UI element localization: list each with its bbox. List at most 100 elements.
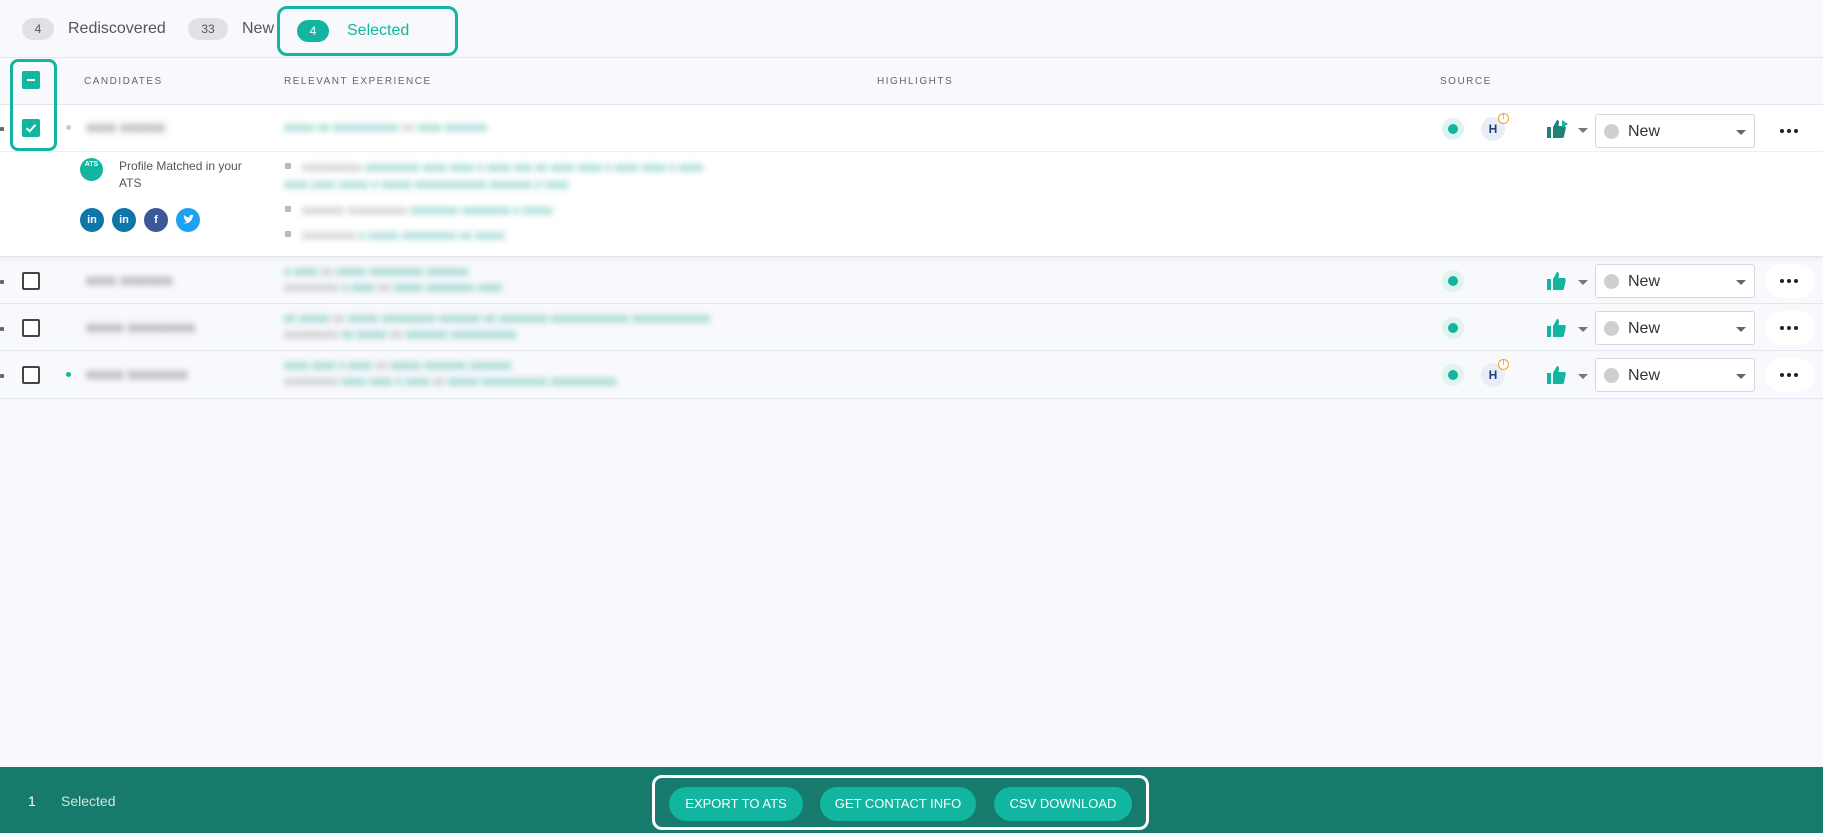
select-all-checkbox[interactable] — [22, 71, 40, 89]
selection-action-bar: 1 Selected EXPORT TO ATS GET CONTACT INF… — [0, 767, 1823, 833]
chevron-down-icon — [1578, 128, 1588, 133]
experience-summary: xxxx xxxx x xxxx xx xxxxx xxxxxxx xxxxxx… — [284, 358, 512, 372]
thumbs-up-icon — [1547, 272, 1566, 290]
more-options-button[interactable] — [1765, 311, 1815, 345]
bullet — [285, 231, 291, 237]
ats-source-icon[interactable] — [1442, 317, 1464, 339]
csv-download-button[interactable]: CSV DOWNLOAD — [994, 787, 1132, 821]
highlight-industries: xxxxxxx xxxxxxxxxx xxxxxxxx xxxxxxxx x x… — [302, 203, 553, 217]
candidate-name[interactable]: xxxxx xxxxxxxxx — [86, 319, 195, 336]
export-to-ats-button[interactable]: EXPORT TO ATS — [669, 787, 803, 821]
chevron-down-icon — [1578, 374, 1588, 379]
header-source: SOURCE — [1440, 76, 1492, 87]
expand-caret-icon[interactable] — [0, 327, 4, 331]
tab-count-badge: 4 — [297, 20, 329, 42]
tab-label: Selected — [347, 22, 410, 39]
linkedin-icon[interactable]: in — [112, 208, 136, 232]
warning-icon: ! — [1498, 113, 1509, 124]
indeterminate-icon — [27, 79, 35, 81]
rating-dropdown[interactable] — [1546, 316, 1590, 340]
highlight-companies: xxxxxxxxxx xxxxxxxxx xxxx xxxx x xxxx xx… — [302, 160, 703, 174]
selected-count: 1 — [28, 793, 36, 809]
experience-summary: x xxxx xx xxxxx xxxxxxxxx xxxxxxx — [284, 264, 469, 278]
table-header: CANDIDATES RELEVANT EXPERIENCE HIGHLIGHT… — [0, 59, 1823, 105]
status-dot — [66, 372, 71, 377]
get-contact-info-button[interactable]: GET CONTACT INFO — [820, 787, 976, 821]
expand-caret-icon[interactable] — [0, 127, 4, 131]
status-circle-icon — [1604, 124, 1619, 139]
status-circle-icon — [1604, 321, 1619, 336]
more-options-button[interactable] — [1765, 114, 1815, 148]
chevron-down-icon — [1736, 130, 1746, 135]
rating-dropdown[interactable] — [1546, 269, 1590, 293]
hiring-source-icon[interactable]: H! — [1481, 359, 1509, 387]
table-row[interactable]: xxxxx xxxxxxxxx xx xxxxx xx xxxxx xxxxxx… — [0, 305, 1823, 351]
bullet — [285, 163, 291, 169]
expand-caret-icon[interactable] — [0, 280, 4, 284]
tab-rediscovered[interactable]: 4 Rediscovered — [22, 0, 166, 58]
hiring-source-icon[interactable]: H! — [1481, 113, 1509, 141]
thumbs-up-icon — [1547, 120, 1568, 138]
ats-badge-icon: ATS — [80, 158, 103, 181]
facebook-icon[interactable]: f — [144, 208, 168, 232]
expand-caret-icon[interactable] — [0, 374, 4, 378]
status-value: New — [1628, 320, 1661, 337]
status-value: New — [1628, 123, 1661, 140]
bullet — [285, 206, 291, 212]
experience-detail: xxxxxxxxx xxxx xxxx x xxxx xx xxxxx xxxx… — [284, 374, 617, 388]
tab-selected[interactable]: 4 Selected — [277, 6, 458, 56]
candidate-name[interactable]: xxxx xxxxxxx — [86, 272, 173, 289]
more-options-button[interactable] — [1765, 264, 1815, 298]
status-select[interactable]: New — [1595, 114, 1755, 148]
status-circle-icon — [1604, 274, 1619, 289]
thumbs-up-icon — [1547, 366, 1566, 384]
status-value: New — [1628, 367, 1661, 384]
header-relevant-experience: RELEVANT EXPERIENCE — [284, 76, 432, 87]
row-checkbox[interactable] — [22, 119, 40, 137]
tab-label: New — [242, 20, 275, 37]
status-select[interactable]: New — [1595, 311, 1755, 345]
candidate-name[interactable]: xxxx xxxxxx — [86, 119, 165, 136]
status-dot — [66, 125, 71, 130]
table-row[interactable]: xxxxx xxxxxxxx xxxx xxxx x xxxx xx xxxxx… — [0, 352, 1823, 399]
chevron-down-icon — [1578, 280, 1588, 285]
table-row[interactable]: xxxx xxxxxxx x xxxx xx xxxxx xxxxxxxxx x… — [0, 258, 1823, 304]
status-circle-icon — [1604, 368, 1619, 383]
tab-new[interactable]: 33 New — [188, 0, 274, 58]
tab-count-badge: 33 — [188, 18, 228, 40]
selected-label: Selected — [61, 793, 116, 809]
candidate-name[interactable]: xxxxx xxxxxxxx — [86, 366, 188, 383]
chevron-down-icon — [1736, 327, 1746, 332]
ats-source-icon[interactable] — [1442, 270, 1464, 292]
checkmark-icon — [25, 124, 37, 133]
rating-dropdown[interactable] — [1546, 363, 1590, 387]
status-value: New — [1628, 273, 1661, 290]
row-checkbox[interactable] — [22, 319, 40, 337]
experience-detail: xxxxxxxxx xx xxxxx xx xxxxxxx xxxxxxxxxx… — [284, 327, 517, 341]
header-candidates: CANDIDATES — [84, 76, 163, 87]
experience-summary: xxxxx xx xxxxxxxxxxx xx xxxx xxxxxxx — [284, 120, 487, 134]
status-select[interactable]: New — [1595, 358, 1755, 392]
row-checkbox[interactable] — [22, 272, 40, 290]
highlight-seniority: xxxxxxxxx x xxxxx xxxxxxxxx xx xxxxx — [302, 228, 505, 242]
filter-tabs: 4 Rediscovered 33 New 4 Selected — [0, 0, 1823, 58]
tab-label: Rediscovered — [68, 20, 166, 37]
thumbs-up-icon — [1547, 319, 1566, 337]
experience-summary: xx xxxxx xx xxxxx xxxxxxxxx xxxxxxx xx x… — [284, 311, 711, 325]
chevron-down-icon — [1578, 327, 1588, 332]
rating-dropdown[interactable] — [1546, 117, 1590, 141]
ats-source-icon[interactable] — [1442, 364, 1464, 386]
status-select[interactable]: New — [1595, 264, 1755, 298]
row-checkbox[interactable] — [22, 366, 40, 384]
table-row[interactable]: xxxx xxxxxx xxxxx xx xxxxxxxxxxx xx xxxx… — [0, 105, 1823, 257]
twitter-icon[interactable] — [176, 208, 200, 232]
linkedin-icon[interactable]: in — [80, 208, 104, 232]
highlight-companies-cont: xxxx xxxx xxxxx x xxxxx xxxxxxxxxxxx xxx… — [284, 177, 569, 191]
more-options-button[interactable] — [1765, 358, 1815, 392]
chevron-down-icon — [1736, 374, 1746, 379]
chevron-down-icon — [1736, 280, 1746, 285]
experience-detail: xxxxxxxxx x xxxx xx xxxxx xxxxxxxx xxxx — [284, 280, 503, 294]
tab-count-badge: 4 — [22, 18, 54, 40]
ats-source-icon[interactable] — [1442, 118, 1464, 140]
warning-icon: ! — [1498, 359, 1509, 370]
